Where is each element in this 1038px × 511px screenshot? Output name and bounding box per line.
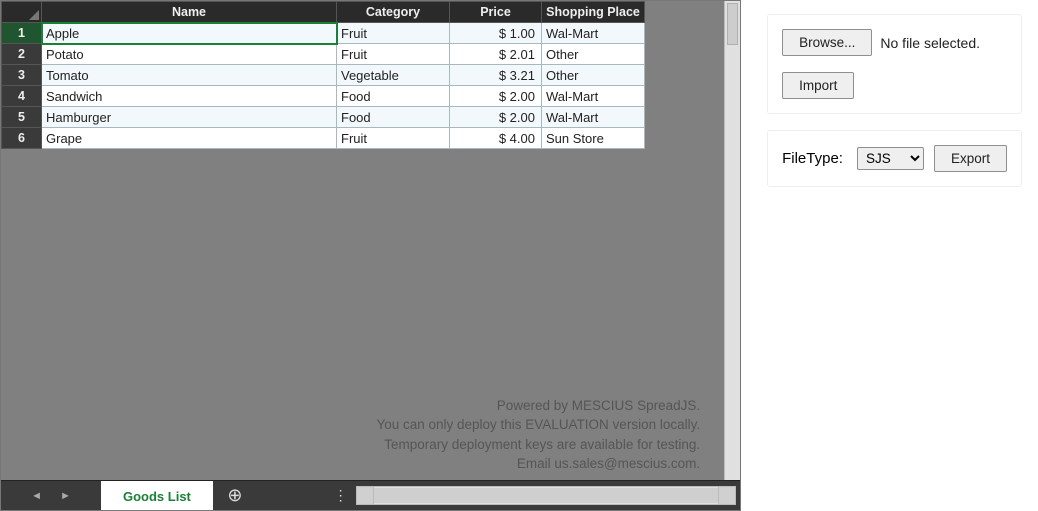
cell[interactable]: Sandwich bbox=[42, 86, 337, 107]
select-all-corner[interactable] bbox=[2, 2, 42, 23]
filetype-select[interactable]: SJSXLSXCSVJSON bbox=[857, 147, 924, 170]
tab-menu-icon[interactable]: ⋮ bbox=[326, 481, 356, 510]
table-row[interactable]: 2PotatoFruit$ 2.01Other bbox=[2, 44, 645, 65]
side-panel: Browse... No file selected. Import FileT… bbox=[741, 0, 1038, 511]
cell[interactable]: Other bbox=[542, 65, 645, 86]
tab-prev-icon[interactable]: ◄ bbox=[31, 490, 42, 502]
table-row[interactable]: 5HamburgerFood$ 2.00Wal-Mart bbox=[2, 107, 645, 128]
cell[interactable]: Hamburger bbox=[42, 107, 337, 128]
cell[interactable]: Wal-Mart bbox=[542, 107, 645, 128]
cell[interactable]: Fruit bbox=[337, 128, 450, 149]
cell[interactable]: Vegetable bbox=[337, 65, 450, 86]
cell[interactable]: $ 3.21 bbox=[450, 65, 542, 86]
cell[interactable]: $ 2.00 bbox=[450, 107, 542, 128]
cell[interactable]: Tomato bbox=[42, 65, 337, 86]
cell[interactable]: Grape bbox=[42, 128, 337, 149]
evaluation-watermark: Powered by MESCIUS SpreadJS. You can onl… bbox=[376, 396, 700, 474]
row-header[interactable]: 3 bbox=[2, 65, 42, 86]
column-header[interactable]: Price bbox=[450, 2, 542, 23]
table-row[interactable]: 1AppleFruit$ 1.00Wal-Mart bbox=[2, 23, 645, 44]
cell[interactable]: Wal-Mart bbox=[542, 23, 645, 44]
file-status-text: No file selected. bbox=[880, 35, 980, 51]
export-button[interactable]: Export bbox=[934, 145, 1007, 172]
row-header[interactable]: 1 bbox=[2, 23, 42, 44]
sheet-tab-active[interactable]: Goods List bbox=[101, 481, 213, 510]
horizontal-scrollbar[interactable] bbox=[356, 486, 736, 505]
cell[interactable]: Food bbox=[337, 86, 450, 107]
vertical-scrollbar[interactable] bbox=[724, 1, 740, 480]
row-header[interactable]: 2 bbox=[2, 44, 42, 65]
cell[interactable]: Fruit bbox=[337, 23, 450, 44]
data-grid[interactable]: Name Category Price Shopping Place 1Appl… bbox=[1, 1, 645, 149]
cell[interactable]: $ 4.00 bbox=[450, 128, 542, 149]
cell[interactable]: Potato bbox=[42, 44, 337, 65]
cell[interactable]: $ 1.00 bbox=[450, 23, 542, 44]
row-header[interactable]: 4 bbox=[2, 86, 42, 107]
cell[interactable]: Other bbox=[542, 44, 645, 65]
table-row[interactable]: 4SandwichFood$ 2.00Wal-Mart bbox=[2, 86, 645, 107]
table-row[interactable]: 3TomatoVegetable$ 3.21Other bbox=[2, 65, 645, 86]
cell[interactable]: Wal-Mart bbox=[542, 86, 645, 107]
cell[interactable]: $ 2.00 bbox=[450, 86, 542, 107]
filetype-label: FileType: bbox=[782, 150, 843, 167]
column-header[interactable]: Name bbox=[42, 2, 337, 23]
cell[interactable]: Fruit bbox=[337, 44, 450, 65]
column-header[interactable]: Category bbox=[337, 2, 450, 23]
cell[interactable]: Sun Store bbox=[542, 128, 645, 149]
cell[interactable]: $ 2.01 bbox=[450, 44, 542, 65]
add-sheet-icon[interactable]: ⊕ bbox=[213, 481, 257, 510]
browse-button[interactable]: Browse... bbox=[782, 29, 872, 56]
row-header[interactable]: 5 bbox=[2, 107, 42, 128]
sheet-tab-strip: ◄ ► Goods List ⊕ ⋮ bbox=[1, 480, 740, 510]
cell[interactable]: Food bbox=[337, 107, 450, 128]
spreadsheet-area: Name Category Price Shopping Place 1Appl… bbox=[0, 0, 741, 511]
table-row[interactable]: 6GrapeFruit$ 4.00Sun Store bbox=[2, 128, 645, 149]
column-header[interactable]: Shopping Place bbox=[542, 2, 645, 23]
import-button[interactable]: Import bbox=[782, 72, 854, 99]
tab-next-icon[interactable]: ► bbox=[60, 490, 71, 502]
row-header[interactable]: 6 bbox=[2, 128, 42, 149]
cell[interactable]: Apple bbox=[42, 23, 337, 44]
